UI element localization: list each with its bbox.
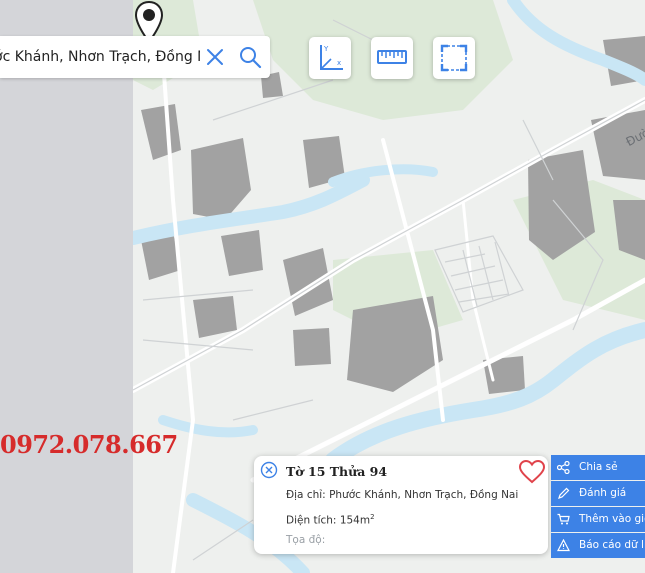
add-to-cart-button[interactable]: Thêm vào giỏ [551, 507, 645, 532]
parcel-area: Diện tích: 154m2 [286, 513, 375, 527]
address-label: Địa chỉ: [286, 489, 326, 501]
area-unit-sup: 2 [370, 513, 375, 521]
parcel-address: Địa chỉ: Phước Khánh, Nhơn Trạch, Đồng N… [286, 489, 518, 501]
parcel-title: Tờ 15 Thửa 94 [286, 464, 388, 479]
axis-y-label: Y [323, 45, 329, 53]
area-select-icon [440, 44, 468, 72]
action-menu: Chia sẻ Đánh giá Thêm vào giỏ Báo cáo dữ… [551, 455, 645, 559]
area-select-tool-button[interactable] [433, 37, 475, 79]
ruler-tool-button[interactable] [371, 37, 413, 79]
coordinate-axes-icon: Y x [320, 45, 343, 70]
report-data-label: Báo cáo dữ liệu [579, 539, 645, 551]
pencil-icon [558, 487, 570, 499]
clear-icon[interactable] [203, 45, 227, 69]
parcel-info-card: Tờ 15 Thửa 94 Địa chỉ: Phước Khánh, Nhơn… [254, 456, 548, 554]
share-button[interactable]: Chia sẻ [551, 455, 645, 480]
hotline-phone: 0972.078.667 [0, 430, 178, 459]
share-icon [557, 461, 570, 474]
area-value: 154m [339, 514, 371, 527]
report-data-button[interactable]: Báo cáo dữ liệu [551, 533, 645, 558]
search-icon[interactable] [237, 44, 263, 70]
add-to-cart-label: Thêm vào giỏ [579, 513, 645, 525]
axis-x-label: x [337, 59, 341, 67]
area-label: Diện tích: [286, 514, 337, 527]
cart-icon [557, 513, 570, 525]
address-value: Phước Khánh, Nhơn Trạch, Đồng Nai [329, 489, 519, 501]
close-icon[interactable] [260, 461, 278, 479]
search-input[interactable] [0, 36, 200, 78]
warning-icon [557, 539, 570, 552]
search-bar [0, 36, 270, 78]
coordinates-label: Tọa độ: [286, 534, 326, 546]
ruler-icon [377, 50, 407, 64]
share-label: Chia sẻ [579, 461, 618, 473]
rate-label: Đánh giá [579, 487, 627, 499]
heart-icon[interactable] [518, 458, 546, 486]
coordinate-tool-button[interactable]: Y x [309, 37, 351, 79]
parcel-coordinates: Tọa độ: [286, 534, 325, 546]
rate-button[interactable]: Đánh giá [551, 481, 645, 506]
left-panel [0, 0, 133, 573]
